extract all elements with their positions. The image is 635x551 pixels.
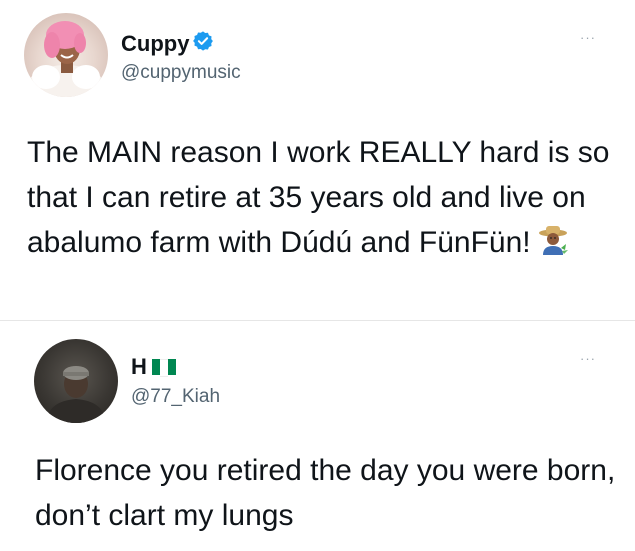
tweet-text-content: The MAIN reason I work REALLY hard is so… <box>27 136 610 259</box>
reply-text: Florence you retired the day you were bo… <box>35 454 616 532</box>
more-options-icon[interactable]: ··· <box>580 351 596 366</box>
more-options-icon[interactable]: ··· <box>580 30 596 45</box>
nigeria-flag-icon <box>152 359 176 377</box>
user-handle[interactable]: @77_Kiah <box>131 386 220 408</box>
tweet-card: Cuppy @cuppymusic ··· The MAIN reason I … <box>0 0 635 320</box>
verified-badge-icon <box>193 31 213 51</box>
avatar[interactable] <box>24 13 108 97</box>
tweet-text: The MAIN reason I work REALLY hard is so… <box>27 130 617 265</box>
user-handle[interactable]: @cuppymusic <box>121 62 241 84</box>
avatar[interactable] <box>34 339 118 423</box>
display-name[interactable]: Cuppy <box>121 31 189 57</box>
display-name[interactable]: H <box>131 354 147 380</box>
farmer-emoji-icon <box>538 226 568 255</box>
